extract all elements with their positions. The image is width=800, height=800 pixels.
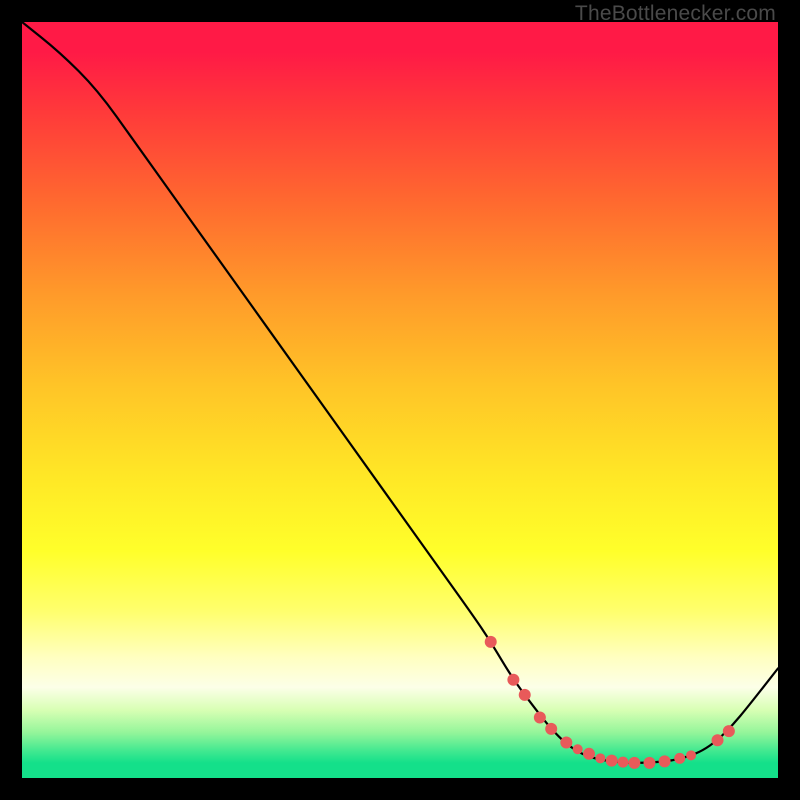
data-marker	[674, 753, 685, 764]
data-marker	[723, 725, 735, 737]
data-marker	[659, 755, 671, 767]
data-marker	[712, 734, 724, 746]
marker-group	[485, 636, 735, 769]
data-marker	[534, 712, 546, 724]
chart-frame: TheBottlenecker.com	[0, 0, 800, 800]
data-marker	[595, 753, 605, 763]
chart-plot-area	[22, 22, 778, 778]
data-marker	[583, 748, 595, 760]
data-marker	[643, 757, 655, 769]
data-marker	[573, 744, 583, 754]
data-marker	[686, 750, 696, 760]
data-marker	[560, 736, 572, 748]
data-marker	[507, 674, 519, 686]
chart-svg	[22, 22, 778, 778]
data-marker	[519, 689, 531, 701]
data-marker	[606, 755, 618, 767]
bottleneck-curve	[22, 22, 778, 763]
data-marker	[618, 757, 629, 768]
data-marker	[628, 757, 640, 769]
credit-label: TheBottlenecker.com	[575, 2, 776, 26]
data-marker	[545, 723, 557, 735]
data-marker	[485, 636, 497, 648]
